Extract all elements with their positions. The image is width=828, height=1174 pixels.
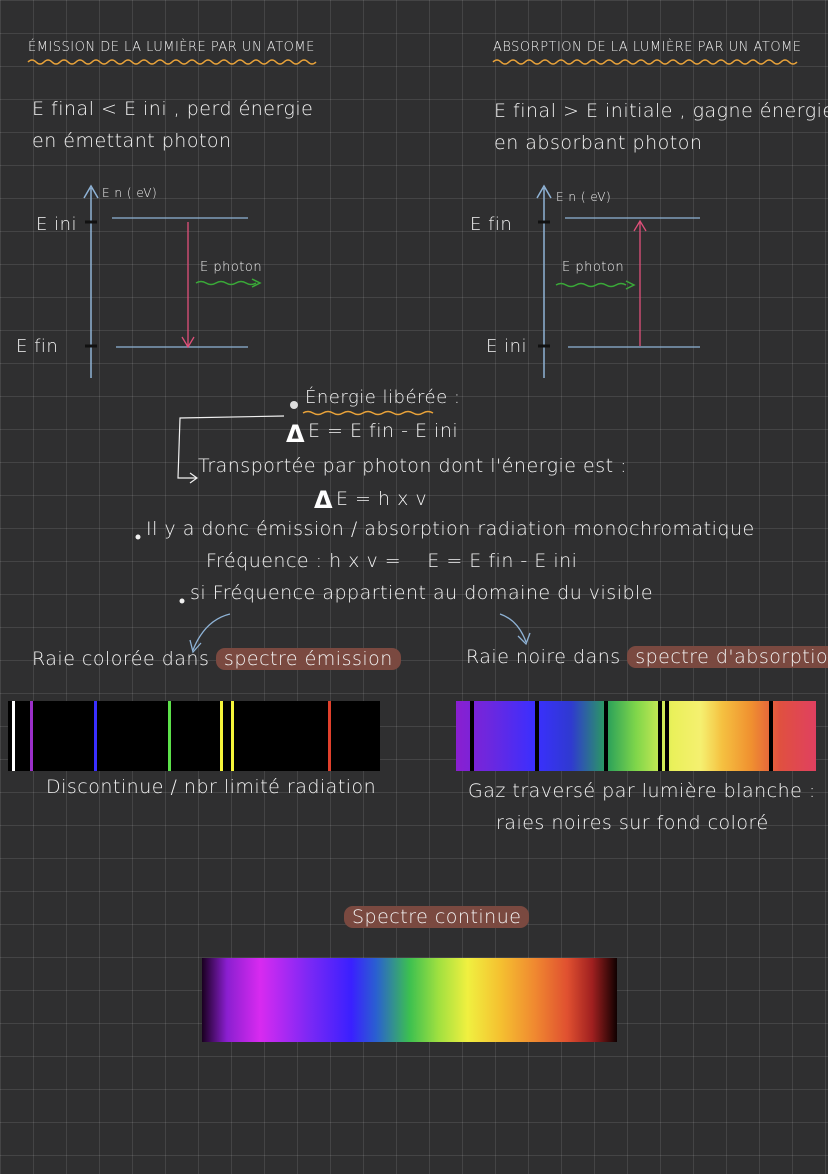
emission-spectrum (8, 701, 380, 771)
monochromatic-text: Il y a donc émission / absorption radiat… (146, 518, 755, 540)
delta-symbol-2: Δ (314, 486, 333, 514)
formula-2: E = h x v (336, 488, 428, 510)
emission-line (167, 701, 171, 771)
delta-symbol-1: Δ (286, 420, 305, 448)
emission-spectrum-prefix: Raie colorée dans (32, 648, 210, 670)
transported-text: Transportée par photon dont l'énergie es… (198, 455, 628, 477)
emission-line (93, 701, 97, 771)
absorption-dark-line (664, 701, 669, 771)
absorption-dark-line (470, 701, 475, 771)
continuous-spectrum-label: Spectre continue (344, 906, 530, 928)
absorption-dark-line (769, 701, 774, 771)
emission-line (30, 701, 34, 771)
absorption-spectrum-caption2: raies noires sur fond coloré (496, 812, 769, 834)
emission-spectrum-highlight: spectre émission (215, 648, 401, 670)
emission-line (231, 701, 235, 771)
emission-line (327, 701, 331, 771)
absorption-dark-line (535, 701, 540, 771)
absorption-dark-line (603, 701, 608, 771)
emission-line (11, 701, 15, 771)
energy-released: Énergie libérée : (305, 387, 461, 408)
absorption-spectrum-highlight: spectre d'absorption (627, 646, 828, 668)
formula-1: E = E fin - E ini (308, 420, 459, 442)
absorption-spectrum-label: Raie noire dans spectre d'absorption (466, 646, 828, 668)
absorption-spectrum-prefix: Raie noire dans (466, 646, 621, 668)
emission-spectrum-caption: Discontinue / nbr limité radiation (46, 776, 377, 798)
emission-spectrum-label: Raie colorée dans spectre émission (32, 648, 401, 670)
emission-line (220, 701, 224, 771)
continuous-spectrum-highlight: Spectre continue (344, 906, 530, 928)
absorption-spectrum-caption1: Gaz traversé par lumière blanche : (468, 780, 816, 802)
frequency-text: Fréquence : h x v = E = E fin - E ini (206, 550, 578, 572)
absorption-dark-line (657, 701, 662, 771)
absorption-spectrum (456, 701, 816, 771)
continuous-spectrum (202, 958, 617, 1042)
visible-text: si Fréquence appartient au domaine du vi… (190, 582, 654, 604)
